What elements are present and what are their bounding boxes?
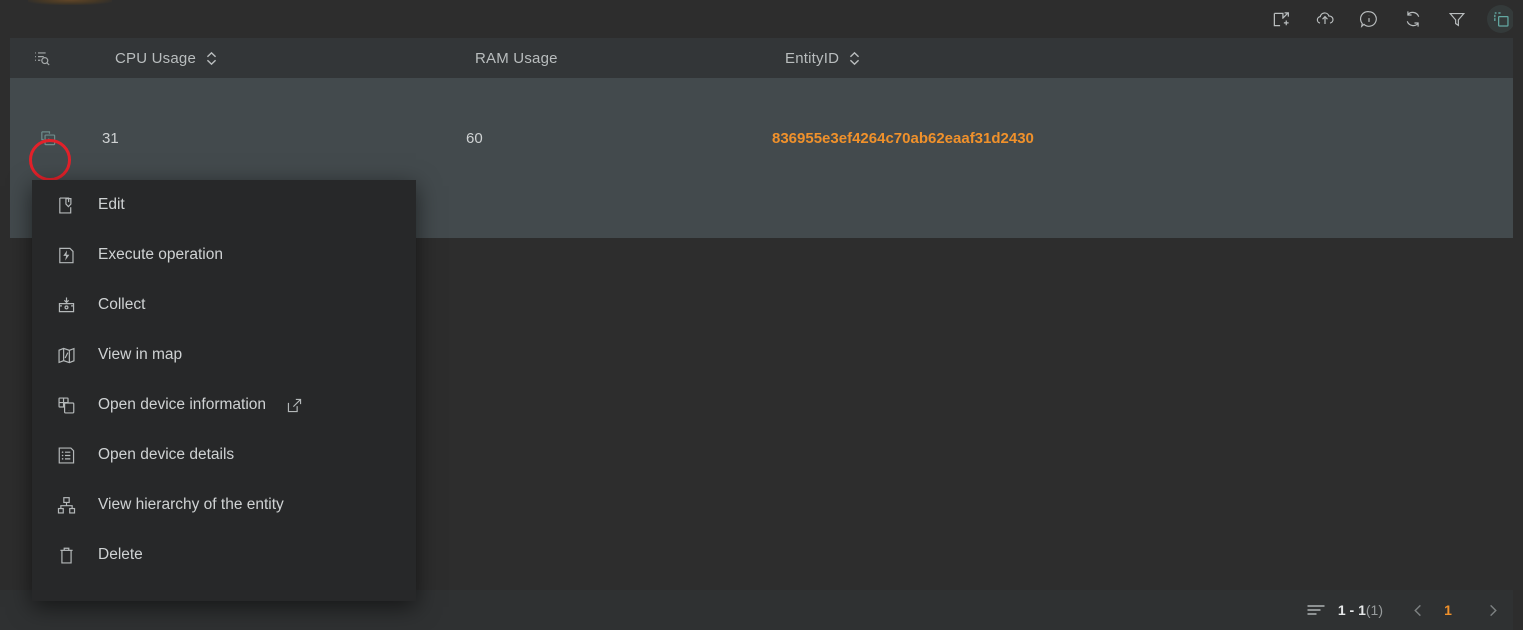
menu-item-label: Execute operation [98,246,223,263]
toolbar-icon-group [1267,0,1515,38]
column-header-label: RAM Usage [475,49,558,67]
hierarchy-icon [52,491,80,519]
menu-item-open-device-information[interactable]: Open device information [32,380,416,430]
chevron-left-icon[interactable] [1401,593,1435,627]
pagination-range: 1 - 1 [1337,602,1366,618]
filter-icon[interactable] [1443,5,1471,33]
cell-ram-usage: 60 [466,129,483,147]
menu-item-label: Delete [98,546,143,563]
refresh-icon[interactable] [1399,5,1427,33]
cell-cpu-usage: 31 [102,129,119,147]
map-icon [52,341,80,369]
menu-item-label: View in map [98,346,183,363]
pagination: 1 - 1 (1) 1 [1306,590,1509,630]
stacked-play-icon[interactable] [36,126,60,150]
menu-item-label: Open device details [98,446,235,463]
cell-entityid[interactable]: 836955e3ef4264c70ab62eaaf31d2430 [772,118,1034,158]
menu-item-label: Edit [98,196,125,213]
column-header-ram-usage[interactable]: RAM Usage [475,38,558,78]
menu-item-view-in-map[interactable]: View in map [32,330,416,380]
menu-item-view-hierarchy[interactable]: View hierarchy of the entity [32,480,416,530]
top-toolbar [0,0,1523,38]
columns-select-icon[interactable] [1487,5,1515,33]
device-info-icon [52,391,80,419]
pagination-total: (1) [1365,602,1383,618]
menu-item-label: View hierarchy of the entity [98,496,284,513]
add-device-icon[interactable] [1267,5,1295,33]
table-header-row: CPU Usage RAM Usage EntityID [10,38,1513,78]
row-context-menu: Edit Execute operation Collect View in m… [32,180,416,601]
info-icon[interactable] [1355,5,1383,33]
cloud-upload-icon[interactable] [1311,5,1339,33]
chevron-right-icon[interactable] [1475,593,1509,627]
menu-item-execute-operation[interactable]: Execute operation [32,230,416,280]
open-in-new-icon[interactable] [286,397,303,414]
list-search-icon[interactable] [32,38,53,78]
menu-item-edit[interactable]: Edit [32,180,416,230]
edit-document-icon [52,191,80,219]
menu-item-collect[interactable]: Collect [32,280,416,330]
column-header-cpu-usage[interactable]: CPU Usage [115,38,218,78]
menu-item-label: Open device information [98,396,267,413]
collect-tray-icon [52,291,80,319]
trash-icon [52,541,80,569]
device-table-screen: CPU Usage RAM Usage EntityID 31 60 83695… [0,0,1523,630]
menu-item-open-device-details[interactable]: Open device details [32,430,416,480]
sort-toggle-icon[interactable] [848,51,861,66]
table-row[interactable]: 31 60 836955e3ef4264c70ab62eaaf31d2430 [10,118,1513,158]
rows-per-page-icon[interactable] [1306,603,1326,617]
menu-item-label: Collect [98,296,146,313]
column-header-label: EntityID [785,49,840,67]
top-accent-smudge [28,0,112,5]
sort-toggle-icon[interactable] [205,51,218,66]
menu-item-delete[interactable]: Delete [32,530,416,580]
details-list-icon [52,441,80,469]
right-edge-strip [1513,0,1523,630]
column-header-label: CPU Usage [115,49,196,67]
column-header-entityid[interactable]: EntityID [785,38,861,78]
pagination-page-1[interactable]: 1 [1435,602,1461,618]
lightning-document-icon [52,241,80,269]
